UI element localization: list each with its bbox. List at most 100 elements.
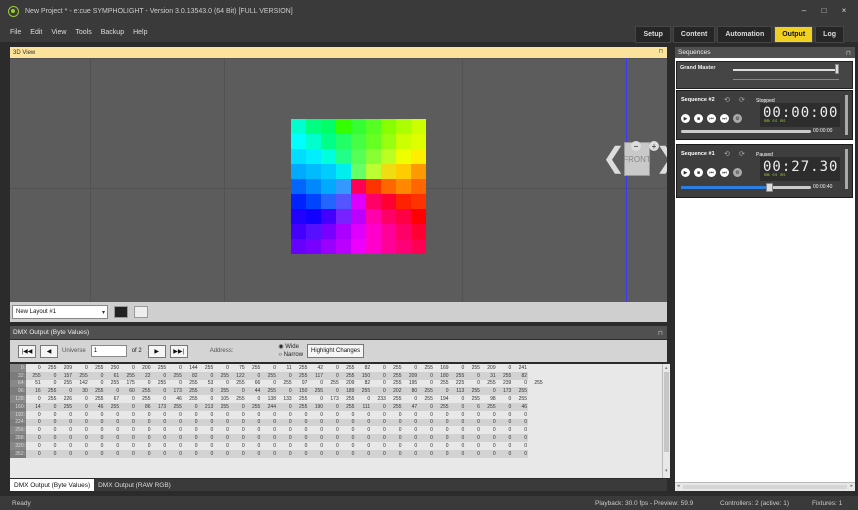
next-button[interactable]: ⏭	[720, 114, 729, 123]
sequence-fader[interactable]	[845, 149, 848, 189]
table-cell: 0	[214, 418, 230, 427]
status-text: Ready	[12, 499, 31, 507]
highlight-changes-button[interactable]: Highlight Changes	[307, 344, 365, 358]
table-cell: 255	[63, 380, 73, 387]
wide-radio[interactable]: ◉ Wide	[278, 343, 303, 351]
row-address: 352:	[10, 449, 26, 458]
table-cell: 255	[189, 380, 198, 387]
prev-button[interactable]: ⏮	[707, 114, 716, 123]
tab-log[interactable]: Log	[815, 26, 844, 43]
scroll-up-icon[interactable]: ▴	[665, 365, 668, 371]
next-universe-button[interactable]: ▶	[147, 344, 166, 358]
stop-button[interactable]: ■	[694, 114, 703, 123]
table-cell: 209	[346, 380, 355, 387]
view3d-canvas[interactable]: ❮ FRONT ❯ − +	[10, 58, 667, 302]
tab-output[interactable]: Output	[774, 26, 814, 43]
table-cell: 0	[524, 380, 527, 387]
table-cell: 0	[132, 396, 135, 403]
close-button[interactable]: ×	[834, 2, 854, 18]
sequence-fader[interactable]	[845, 95, 848, 135]
zoom-in-icon[interactable]: +	[649, 141, 659, 151]
screenshot-icon[interactable]	[134, 306, 148, 318]
menu-help[interactable]: Help	[133, 29, 147, 36]
tab-automation[interactable]: Automation	[717, 26, 773, 43]
table-cell: 0	[257, 427, 261, 434]
scroll-thumb[interactable]	[664, 372, 669, 452]
table-cell: 0	[163, 396, 167, 403]
scroll-down-icon[interactable]: ▾	[665, 468, 668, 474]
table-cell: 255	[440, 380, 449, 387]
progress-track[interactable]	[681, 130, 811, 133]
stop-button[interactable]: ■	[694, 168, 703, 177]
tab-dmx-byte[interactable]: DMX Output (Byte Values)	[10, 479, 95, 491]
play-button[interactable]: ▶	[681, 168, 690, 177]
tab-content[interactable]: Content	[672, 26, 716, 43]
narrow-radio[interactable]: ○ Narrow	[278, 351, 303, 359]
sequence-card[interactable]: Sequence #2 ⟲ ⟳ Stopped 00:00:00 mm ss m…	[676, 90, 853, 140]
minimize-button[interactable]: –	[794, 2, 814, 18]
menu-backup[interactable]: Backup	[101, 29, 124, 36]
loop-icon[interactable]: ⟲	[724, 96, 730, 104]
table-cell: 0	[320, 380, 324, 387]
zoom-out-icon[interactable]: −	[631, 141, 641, 151]
first-universe-button[interactable]: |◀◀	[18, 344, 36, 358]
table-cell: 0	[449, 434, 466, 442]
table-cell: 0	[37, 411, 41, 418]
pin-icon[interactable]: ⊓	[846, 49, 851, 57]
menu-edit[interactable]: Edit	[30, 29, 42, 36]
table-cell: 0	[41, 371, 58, 380]
next-button[interactable]: ⏭	[720, 168, 729, 177]
led-cell	[351, 194, 366, 209]
table-cell: 0	[335, 411, 339, 418]
table-cell: 255	[339, 371, 356, 380]
table-cell: 0	[245, 434, 262, 442]
settings-button[interactable]: ⚙	[733, 168, 742, 177]
menu-view[interactable]: View	[51, 29, 66, 36]
table-cell: 0	[496, 434, 513, 442]
led-cell	[381, 179, 396, 194]
table-cell: 0	[508, 442, 512, 449]
table-cell: 255	[214, 371, 230, 380]
grand-master-slider[interactable]	[733, 69, 839, 71]
chevron-left-icon[interactable]: ❮	[602, 144, 625, 172]
scroll-right-icon[interactable]: ▸	[850, 483, 853, 489]
scroll-thumb[interactable]	[683, 485, 847, 489]
table-row: 256: 0 0 0 0 0 0 0 0 0 0 0 0 0 0 0 0 0 0 0 0 0 0 0 0 0 0 0 0 0 0 0 0	[10, 426, 544, 435]
table-cell: 0	[198, 418, 215, 427]
layout-select[interactable]: New Layout #1	[12, 305, 108, 319]
background-color-icon[interactable]	[114, 306, 128, 318]
table-cell: 0	[465, 371, 481, 380]
play-button[interactable]: ▶	[681, 114, 690, 123]
pin-icon[interactable]: ⊓	[658, 329, 663, 337]
led-cell	[291, 134, 306, 149]
sequences-horizontal-scrollbar[interactable]: ◂ ▸	[675, 482, 855, 491]
table-cell: 255	[120, 371, 136, 380]
menu-file[interactable]: File	[10, 29, 21, 36]
pin-icon[interactable]: ⊓	[658, 48, 663, 55]
table-cell: 255	[308, 387, 325, 396]
universe-input[interactable]: 1	[90, 345, 127, 357]
menu-tools[interactable]: Tools	[75, 29, 91, 36]
prev-universe-button[interactable]: ◀	[40, 344, 58, 358]
loop-icon[interactable]: ⟲	[724, 150, 730, 158]
last-universe-button[interactable]: ▶▶|	[169, 344, 188, 358]
sequence-card[interactable]: Sequence #1 ⟲ ⟳ Paused 00:27.30 mm ss ms…	[676, 144, 853, 198]
table-cell: 0	[371, 387, 387, 396]
tab-dmx-raw[interactable]: DMX Output (RAW RGB)	[94, 479, 175, 491]
dmx-vertical-scrollbar[interactable]: ▴ ▾	[662, 364, 670, 478]
progress-knob[interactable]	[766, 183, 774, 192]
table-cell: 0	[198, 434, 215, 442]
table-cell: 0	[179, 427, 182, 434]
grand-master-knob[interactable]	[835, 64, 839, 74]
table-cell: 0	[398, 411, 402, 418]
repeat-icon[interactable]: ⟳	[739, 96, 745, 104]
repeat-icon[interactable]: ⟳	[739, 150, 745, 158]
maximize-button[interactable]: □	[814, 2, 834, 18]
progress-track[interactable]	[681, 183, 811, 192]
table-cell: 209	[402, 371, 419, 380]
prev-button[interactable]: ⏮	[707, 168, 716, 177]
tab-setup[interactable]: Setup	[635, 26, 671, 43]
settings-button[interactable]: ⚙	[733, 114, 742, 123]
scroll-left-icon[interactable]: ◂	[677, 483, 680, 489]
table-cell: 0	[383, 364, 386, 371]
